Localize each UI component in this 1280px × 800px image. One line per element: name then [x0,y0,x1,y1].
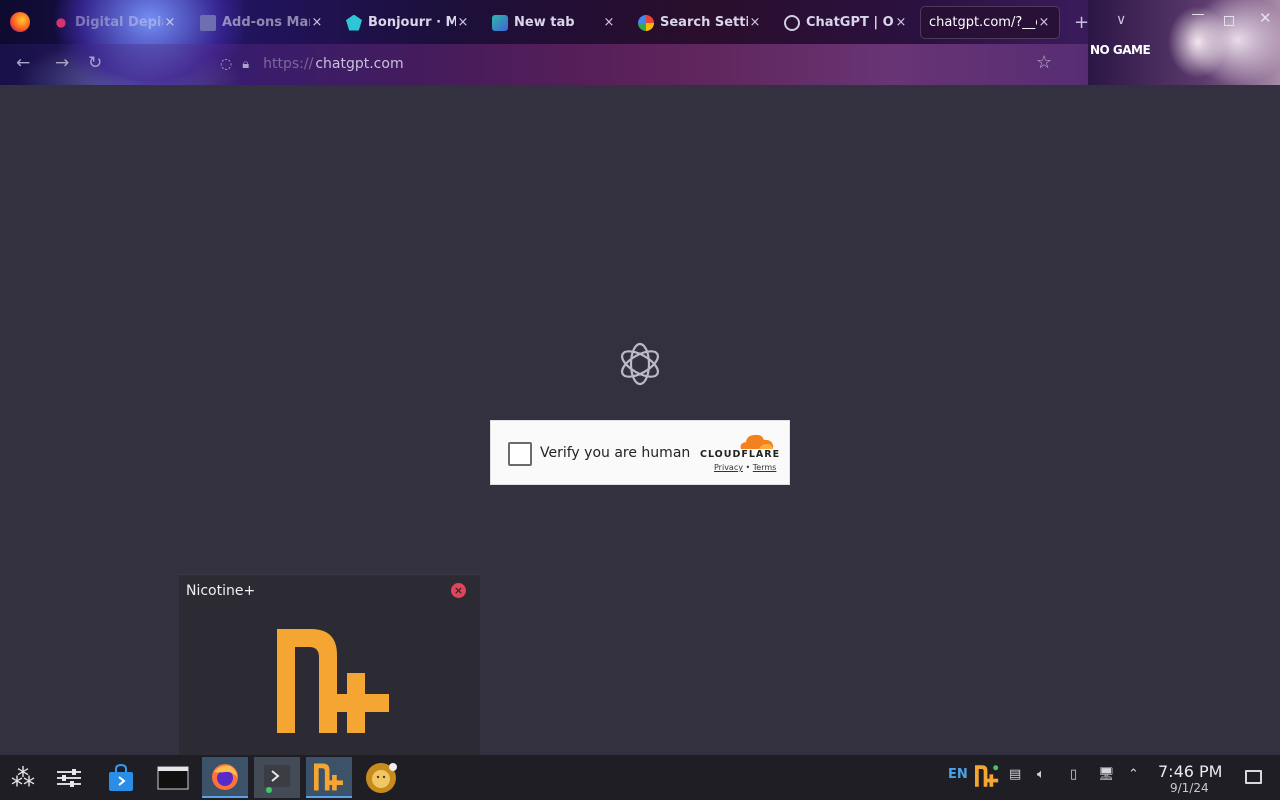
clock-time[interactable]: 7:46 PM [1158,762,1222,781]
nicotine-plus-logo-icon [277,629,389,733]
tab-title: Bonjourr · Mi [368,15,456,30]
taskbar-terminal-window[interactable] [150,757,196,798]
close-window-button[interactable]: ✕ [1259,9,1272,27]
keyboard-layout-indicator[interactable]: EN [948,767,968,782]
tab-close-button[interactable]: × [748,15,762,30]
tab-2[interactable]: Add-ons Mana × [192,6,332,39]
openai-logo-icon [621,342,659,386]
store-bag-icon [109,763,133,791]
nicotine-tray-icon[interactable] [975,765,999,787]
tab-6[interactable]: ChatGPT | Op × [776,6,916,39]
cloudflare-brand: CLOUDFLARE [700,449,781,460]
clipboard-icon[interactable]: ▤ [1009,767,1021,782]
new-tab-icon [492,14,508,31]
minimize-button[interactable] [1192,14,1204,15]
terminal-prompt-icon [264,764,290,793]
lion-icon [366,762,397,793]
turnstile-links: Privacy • Terms [714,463,776,472]
list-all-tabs-button[interactable]: ∨ [1116,12,1126,28]
terms-link[interactable]: Terms [753,463,777,472]
taskbar-lion-app[interactable] [358,757,404,798]
app-launcher-icon: ⁂ [11,763,35,792]
verify-human-label[interactable]: Verify you are human [540,445,690,461]
tab-1[interactable]: Digital Depiat × [45,6,185,39]
bookmark-star-icon[interactable]: ☆ [1036,52,1052,73]
settings-sliders-icon [57,768,81,787]
tab-title: Add-ons Mana [222,15,310,30]
tab-title: Digital Depiat [75,15,163,30]
pink-dot-icon [53,14,69,31]
lock-icon[interactable]: 🔒︎ [242,57,249,72]
taskbar-system-settings[interactable] [46,757,92,798]
clock-date[interactable]: 9/1/24 [1170,781,1209,795]
tab-close-button[interactable]: × [163,15,177,30]
tab-close-button[interactable]: × [310,15,324,30]
preview-close-button[interactable]: × [451,583,466,598]
shield-icon[interactable]: ◌ [220,56,232,72]
cloudflare-cloud-icon [740,434,774,449]
tab-3[interactable]: Bonjourr · Mi × [338,6,478,39]
firefox-menu-icon[interactable] [10,12,30,32]
cloudflare-turnstile-widget: Verify you are human CLOUDFLARE Privacy … [490,420,790,485]
window-icon [157,766,189,789]
google-icon [638,14,654,31]
url-scheme: https:// [263,56,314,72]
forward-icon[interactable]: → [55,53,69,73]
network-icon[interactable]: 🖥︎ [1098,767,1115,782]
show-desktop-icon[interactable] [1245,770,1262,784]
taskbar-nicotine-plus[interactable] [306,757,352,798]
nicotine-plus-icon [314,763,343,790]
back-icon[interactable]: ← [16,53,30,73]
tab-7-active[interactable]: chatgpt.com/?__c × [920,6,1060,39]
taskbar-firefox[interactable] [202,757,248,798]
tab-close-button[interactable]: × [1037,15,1051,30]
bonjourr-icon [346,14,362,31]
maximize-button[interactable] [1224,16,1234,26]
application-launcher[interactable]: ⁂ [0,757,46,798]
new-tab-button[interactable]: + [1074,12,1089,33]
privacy-link[interactable]: Privacy [714,463,743,472]
openai-icon [784,14,800,31]
preview-title: Nicotine+ [186,583,256,599]
url-host: chatgpt.com [315,56,404,72]
reload-icon[interactable]: ↻ [88,53,102,73]
verify-human-checkbox[interactable] [508,442,532,466]
tray-expand-icon[interactable]: ⌃ [1128,767,1139,782]
theme-caption: NO GAME [1090,43,1151,57]
taskbar-konsole[interactable] [254,757,300,798]
tab-title: New tab [514,15,575,30]
link-separator: • [745,463,751,472]
tab-title: ChatGPT | Op [806,15,894,30]
tab-4[interactable]: New tab × [484,6,624,39]
tab-title: Search Settin [660,15,748,30]
firefox-icon [212,763,238,790]
tab-close-button[interactable]: × [602,15,616,30]
tab-5[interactable]: Search Settin × [630,6,770,39]
tab-close-button[interactable]: × [456,15,470,30]
usb-device-icon[interactable]: ▯ [1070,767,1077,782]
tab-title: chatgpt.com/?__c [929,15,1037,30]
tab-close-button[interactable]: × [894,15,908,30]
url-bar[interactable]: ◌ 🔒︎ https:// chatgpt.com [220,49,1070,79]
taskbar-discover-store[interactable] [98,757,144,798]
window-preview-nicotine[interactable]: Nicotine+ × [179,574,480,755]
taskbar: ⁂ [0,755,1280,800]
volume-muted-icon[interactable]: 🔈︎ [1037,767,1045,782]
puzzle-icon [200,14,216,31]
